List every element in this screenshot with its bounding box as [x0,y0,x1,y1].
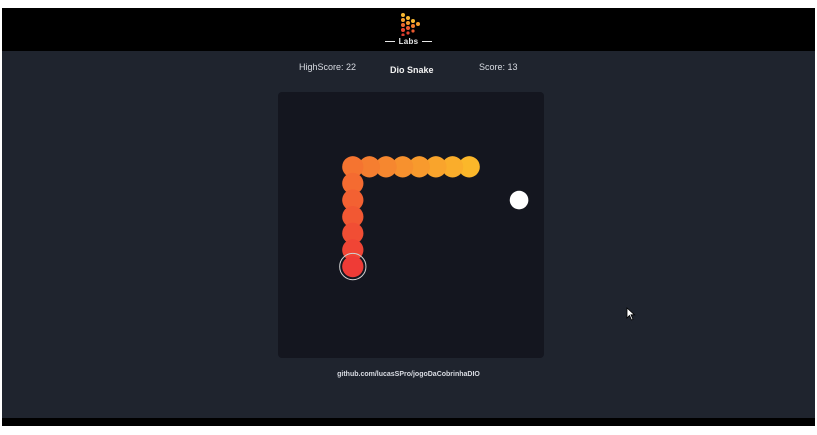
app-frame: Labs HighScore: 22 Dio Snake Score: 13 g… [2,8,815,426]
score-label: Score: 13 [479,62,518,72]
snake-head [342,255,364,278]
mouse-cursor-icon [626,307,636,321]
labs-logo[interactable]: Labs [379,10,439,50]
bottom-bar [2,418,815,426]
play-triangle-logo-icon [400,13,420,36]
top-bar: Labs [2,8,815,51]
github-link[interactable]: github.com/lucasSPro/jogoDaCobrinhaDIO [2,371,815,378]
game-canvas [339,156,529,281]
food-pellet [509,190,529,210]
highscore-label: HighScore: 22 [299,62,357,72]
game-board[interactable] [278,92,544,358]
brand-text: Labs [379,37,439,46]
game-title: Dio Snake [390,65,434,75]
